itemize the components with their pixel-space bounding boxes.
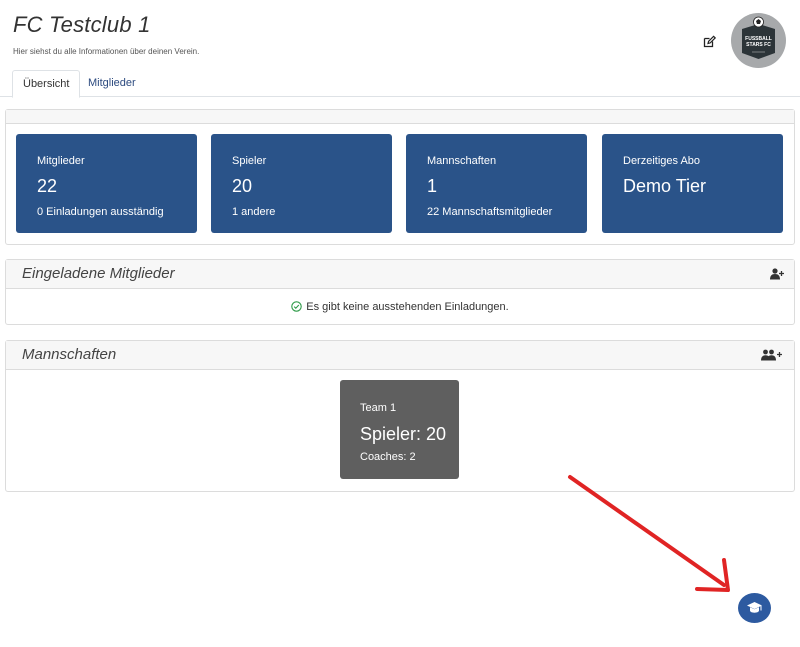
graduation-cap-icon [747, 602, 762, 613]
help-button[interactable] [738, 593, 771, 623]
annotation-arrow [568, 475, 730, 592]
